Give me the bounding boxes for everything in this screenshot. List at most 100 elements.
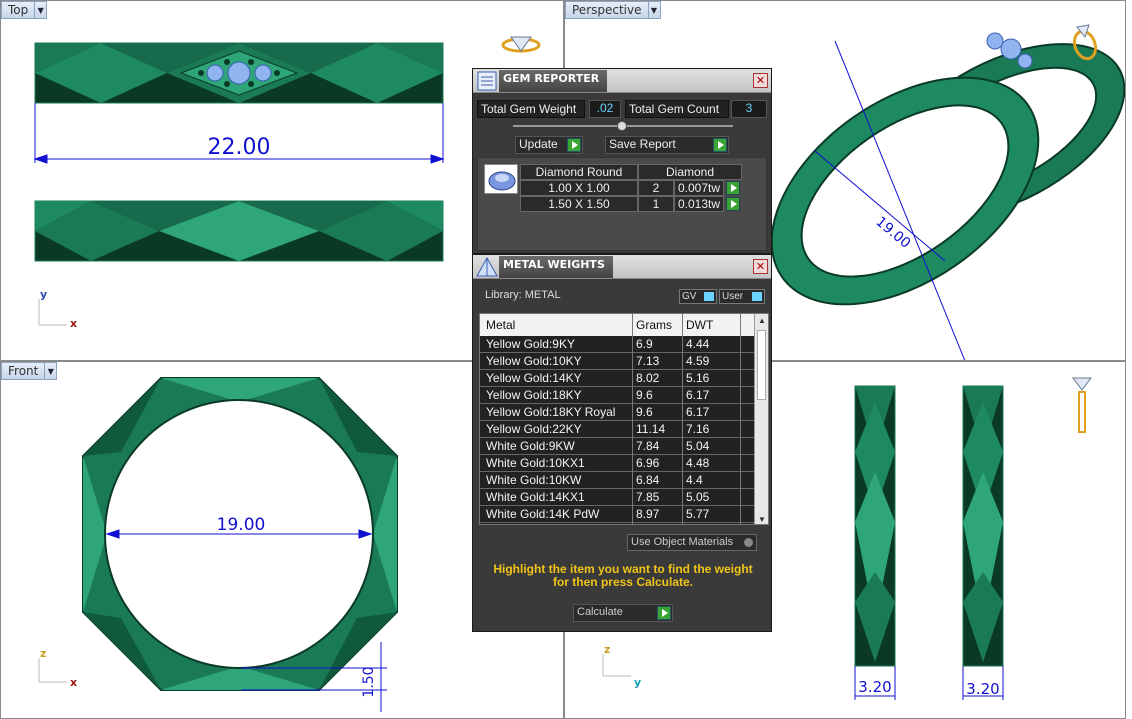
gem-material-header: Diamond xyxy=(638,164,742,180)
viewport-perspective-label: Perspective xyxy=(572,3,642,17)
viewport-front-tab[interactable]: Front ▼ xyxy=(1,362,58,380)
use-object-materials-label: Use Object Materials xyxy=(631,536,734,548)
ring-band-bottom xyxy=(34,200,444,262)
table-row[interactable]: White Gold:9KW 7.84 5.04 xyxy=(480,438,754,455)
gem-count: 2 xyxy=(638,180,674,196)
cell-dwt: 5.16 xyxy=(686,371,710,385)
column-header-dwt[interactable]: DWT xyxy=(686,318,713,332)
instruction-hint: Highlight the item you want to find the … xyxy=(493,562,753,589)
table-row[interactable]: Yellow Gold:10KY 7.13 4.59 xyxy=(480,353,754,370)
dimension-width-left-label: 3.20 xyxy=(858,678,891,696)
cell-grams: 7.84 xyxy=(636,439,660,453)
cell-grams: 6.9 xyxy=(636,337,653,351)
gem-reporter-title: GEM REPORTER xyxy=(499,69,608,92)
vertical-scrollbar[interactable]: ▲ ▼ xyxy=(754,314,768,524)
play-icon xyxy=(567,138,581,152)
slider-handle[interactable] xyxy=(617,121,627,131)
axis-y-label: y xyxy=(634,676,641,689)
update-button[interactable]: Update xyxy=(515,136,583,154)
cell-dwt: 4.59 xyxy=(686,354,710,368)
axis-indicator-top xyxy=(38,299,67,326)
table-row[interactable]: Yellow Gold:18KY Royal 9.6 6.17 xyxy=(480,404,754,421)
column-header-metal[interactable]: Metal xyxy=(486,318,515,332)
table-row[interactable]: White Gold:14KX1 7.85 5.05 xyxy=(480,489,754,506)
gem-reporter-panel: GEM REPORTER ✕ Total Gem Weight .02 Tota… xyxy=(472,68,772,254)
calculate-button[interactable]: Calculate xyxy=(573,604,673,622)
diamond-gem-icon[interactable] xyxy=(484,164,518,194)
chevron-down-icon[interactable]: ▼ xyxy=(647,2,660,18)
gem-report-icon xyxy=(477,71,497,90)
total-gem-count-value[interactable]: 3 xyxy=(731,100,767,118)
cell-metal: White Gold:10KX1 xyxy=(486,456,585,470)
gv-toggle[interactable]: GV xyxy=(679,289,717,304)
chevron-down-icon[interactable]: ▼ xyxy=(44,363,56,379)
gem-reporter-titlebar[interactable]: GEM REPORTER ✕ xyxy=(473,69,771,93)
select-row-icon[interactable] xyxy=(726,197,740,211)
close-icon[interactable]: ✕ xyxy=(753,259,768,274)
cell-grams: 9.6 xyxy=(636,405,653,419)
gem-weight: 0.007tw xyxy=(674,180,724,196)
ring-view-icon[interactable] xyxy=(1072,377,1092,433)
column-divider xyxy=(682,314,683,524)
metal-weights-table[interactable]: Metal Grams DWT Yellow Gold:9KY 6.9 4.44 Ye… xyxy=(479,313,769,525)
table-row[interactable]: Yellow Gold:9KY 6.9 4.44 xyxy=(480,336,754,353)
cell-metal: Yellow Gold:18KY xyxy=(486,388,582,402)
update-button-label: Update xyxy=(519,137,558,151)
chevron-down-icon[interactable]: ▼ xyxy=(34,2,46,18)
cell-grams: 6.84 xyxy=(636,473,660,487)
cell-dwt: 5.05 xyxy=(686,490,710,504)
cell-grams: 8.02 xyxy=(636,371,660,385)
metal-weights-panel: METAL WEIGHTS ✕ Library: METAL GV User M… xyxy=(472,254,772,632)
select-row-icon[interactable] xyxy=(726,181,740,195)
table-row[interactable]: White Gold:10KX1 6.96 4.48 xyxy=(480,455,754,472)
metal-scale-icon xyxy=(476,256,498,276)
gem-size: 1.50 X 1.50 xyxy=(520,196,638,212)
radio-icon xyxy=(744,538,753,547)
user-toggle[interactable]: User xyxy=(719,289,765,304)
gem-list-area: Diamond Round Diamond 1.00 X 1.00 2 0.00… xyxy=(477,157,767,251)
axis-x-label: x xyxy=(70,317,77,330)
column-header-grams[interactable]: Grams xyxy=(636,318,672,332)
close-icon[interactable]: ✕ xyxy=(753,73,768,88)
scroll-up-icon[interactable]: ▲ xyxy=(758,316,766,325)
axis-y-label: y xyxy=(40,288,47,301)
use-object-materials-toggle[interactable]: Use Object Materials xyxy=(627,534,757,551)
viewport-top-tab[interactable]: Top ▼ xyxy=(1,1,48,19)
cell-dwt: 5.77 xyxy=(686,507,710,521)
ring-side-left xyxy=(854,385,896,667)
cell-metal: Yellow Gold:22KY xyxy=(486,422,582,436)
cell-dwt: 4.4 xyxy=(686,473,703,487)
cell-grams: 8.97 xyxy=(636,507,660,521)
gv-toggle-label: GV xyxy=(682,291,697,302)
table-row[interactable]: White Gold:10KW 6.84 4.4 xyxy=(480,472,754,489)
table-header: Metal Grams DWT xyxy=(480,314,754,336)
axis-indicator-front xyxy=(38,658,67,683)
cell-metal: Yellow Gold:14KY xyxy=(486,371,582,385)
total-gem-weight-value[interactable]: .02 xyxy=(589,100,621,118)
table-row[interactable]: Yellow Gold:14KY 8.02 5.16 xyxy=(480,370,754,387)
cell-dwt: 6.17 xyxy=(686,388,710,402)
scrollbar-thumb[interactable] xyxy=(757,330,766,400)
ring-view-icon[interactable] xyxy=(501,36,541,53)
gem-weight: 0.013tw xyxy=(674,196,724,212)
cell-grams: 7.13 xyxy=(636,354,660,368)
toggle-indicator-icon xyxy=(704,292,714,301)
toggle-indicator-icon xyxy=(752,292,762,301)
axis-x-label: x xyxy=(70,676,77,689)
cell-grams: 9.6 xyxy=(636,388,653,402)
total-gem-count-label: Total Gem Count xyxy=(625,100,729,118)
cell-metal: White Gold:10KW xyxy=(486,473,582,487)
table-row[interactable]: Yellow Gold:22KY 11.14 7.16 xyxy=(480,421,754,438)
viewport-perspective-tab[interactable]: Perspective ▼ xyxy=(565,1,661,19)
save-report-button[interactable]: Save Report xyxy=(605,136,729,154)
table-row[interactable]: White Gold:14K PdW 8.97 5.77 xyxy=(480,506,754,523)
cell-dwt: 7.16 xyxy=(686,422,710,436)
cell-metal: Yellow Gold:10KY xyxy=(486,354,582,368)
column-divider xyxy=(740,314,741,524)
table-row[interactable]: Yellow Gold:18KY 9.6 6.17 xyxy=(480,387,754,404)
axis-indicator-right xyxy=(602,654,631,677)
scroll-down-icon[interactable]: ▼ xyxy=(758,515,766,524)
dimension-width-label: 22.00 xyxy=(208,135,271,160)
metal-weights-titlebar[interactable]: METAL WEIGHTS ✕ xyxy=(473,255,771,279)
cell-metal: Yellow Gold:18KY Royal xyxy=(486,405,616,419)
